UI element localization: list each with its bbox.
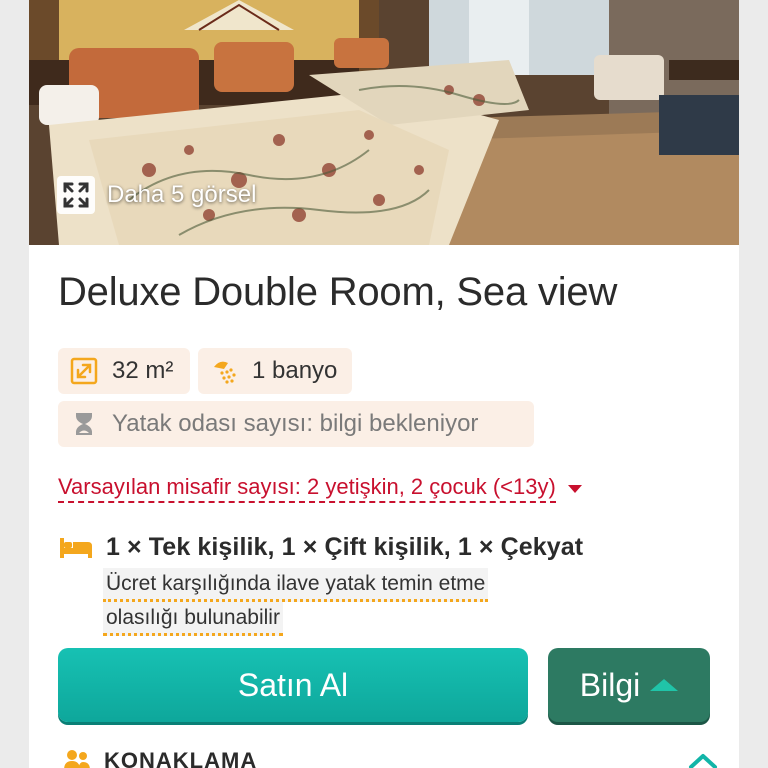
guest-count-dropdown[interactable]: Varsayılan misafir sayısı: 2 yetişkin, 2… (58, 474, 582, 503)
room-title: Deluxe Double Room, Sea view (58, 270, 618, 314)
extra-bed-note-line-1: Ücret karşılığında ilave yatak temin etm… (103, 568, 489, 602)
extra-bed-note[interactable]: Ücret karşılığında ilave yatak temin etm… (103, 568, 563, 636)
resize-icon (70, 357, 98, 385)
area-label: 32 m² (112, 357, 174, 384)
caret-down-icon (567, 484, 582, 493)
bed-configuration-label: 1 × Tek kişilik, 1 × Çift kişilik, 1 × Ç… (106, 533, 584, 561)
shower-icon (210, 357, 238, 385)
info-button[interactable]: Bilgi (548, 648, 710, 722)
room-photo[interactable]: Daha 5 görsel (29, 0, 739, 245)
hourglass-icon (70, 410, 98, 438)
accommodation-section-label: KONAKLAMA (104, 748, 258, 768)
extra-bed-note-line-2: olasılığı bulunabilir (103, 602, 283, 636)
chevron-up-icon[interactable] (688, 752, 718, 768)
expand-icon (57, 176, 95, 214)
bath-label: 1 banyo (252, 357, 338, 384)
triangle-up-icon (650, 679, 679, 691)
area-chip: 32 m² (58, 348, 190, 394)
buy-button[interactable]: Satın Al (58, 648, 528, 722)
bedrooms-label: Yatak odası sayısı: bilgi bekleniyor (112, 410, 479, 437)
more-photos-label: Daha 5 görsel (107, 181, 257, 208)
more-photos-link[interactable]: Daha 5 görsel (57, 176, 256, 214)
bedrooms-chip: Yatak odası sayısı: bilgi bekleniyor (58, 401, 534, 447)
bed-icon (58, 534, 94, 562)
room-card: Daha 5 görsel Deluxe Double Room, Sea vi… (29, 0, 739, 768)
people-icon (64, 748, 90, 768)
info-button-label: Bilgi (579, 666, 641, 703)
bath-chip: 1 banyo (198, 348, 352, 394)
bed-configuration: 1 × Tek kişilik, 1 × Çift kişilik, 1 × Ç… (58, 533, 583, 562)
accommodation-section-header[interactable]: KONAKLAMA (58, 744, 718, 768)
guest-count-label: Varsayılan misafir sayısı: 2 yetişkin, 2… (58, 474, 556, 503)
